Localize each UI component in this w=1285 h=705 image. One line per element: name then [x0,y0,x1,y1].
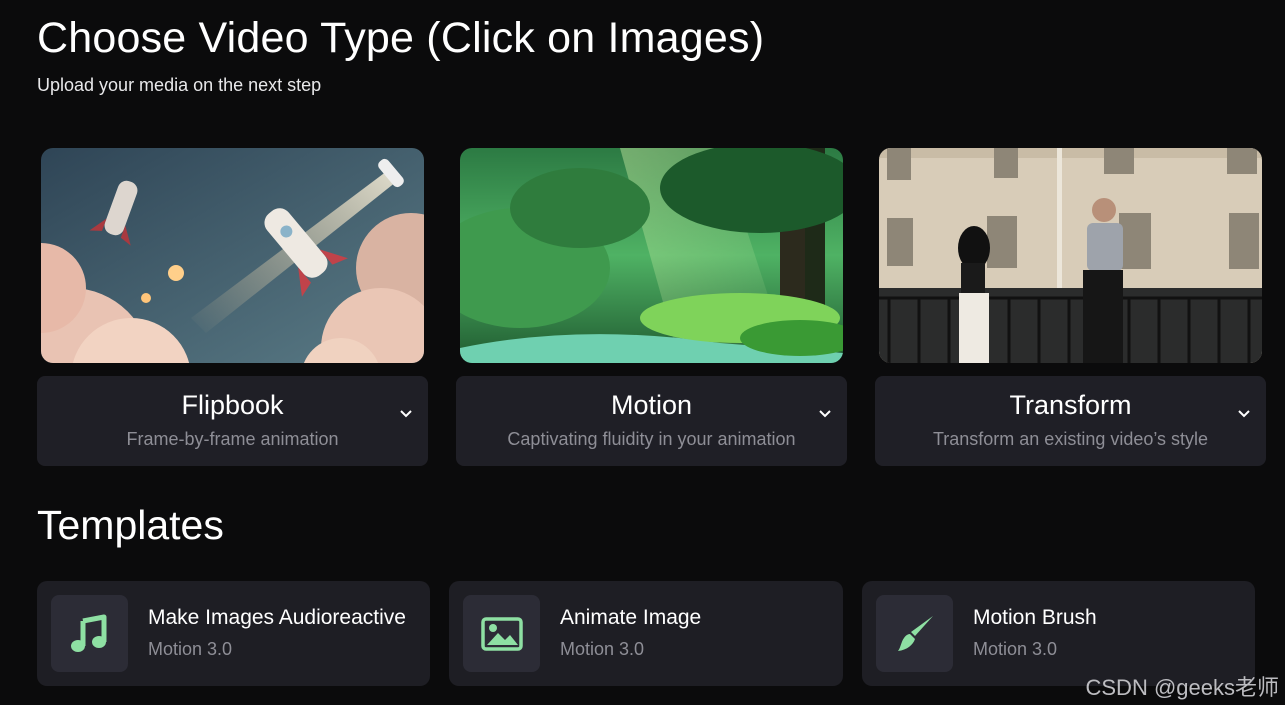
templates-heading: Templates [37,502,224,548]
page-title: Choose Video Type (Click on Images) [37,14,765,62]
chevron-down-icon[interactable] [398,406,414,422]
template-version: Motion 3.0 [973,639,1058,659]
motion-card[interactable]: Motion Captivating fluidity in your anim… [456,376,847,466]
motion-title: Motion [610,390,693,420]
flipbook-card[interactable]: Flipbook Frame-by-frame animation [37,376,428,466]
transform-thumbnail[interactable] [879,148,1262,363]
paintbrush-icon [876,595,953,672]
template-name: Animate Image [560,606,702,629]
motion-thumbnail[interactable] [460,148,843,363]
template-name: Make Images Audioreactive [148,606,406,629]
watermark: CSDN @geeks老师 [1085,675,1280,700]
transform-title: Transform [1009,390,1132,420]
flipbook-title: Flipbook [181,390,284,420]
transform-card[interactable]: Transform Transform an existing video’s … [875,376,1266,466]
flipbook-thumbnail[interactable] [41,148,424,363]
motion-description: Captivating fluidity in your animation [507,429,796,449]
template-version: Motion 3.0 [148,639,233,659]
page-subtitle: Upload your media on the next step [37,75,322,95]
template-make-images-audioreactive[interactable]: Make Images Audioreactive Motion 3.0 [37,581,430,686]
template-version: Motion 3.0 [560,639,645,659]
flipbook-description: Frame-by-frame animation [126,429,339,449]
template-animate-image[interactable]: Animate Image Motion 3.0 [449,581,843,686]
template-name: Motion Brush [973,606,1097,629]
chevron-down-icon[interactable] [817,406,833,422]
transform-description: Transform an existing video’s style [932,429,1209,449]
music-note-icon [51,595,128,672]
image-icon [463,595,540,672]
chevron-down-icon[interactable] [1236,406,1252,422]
